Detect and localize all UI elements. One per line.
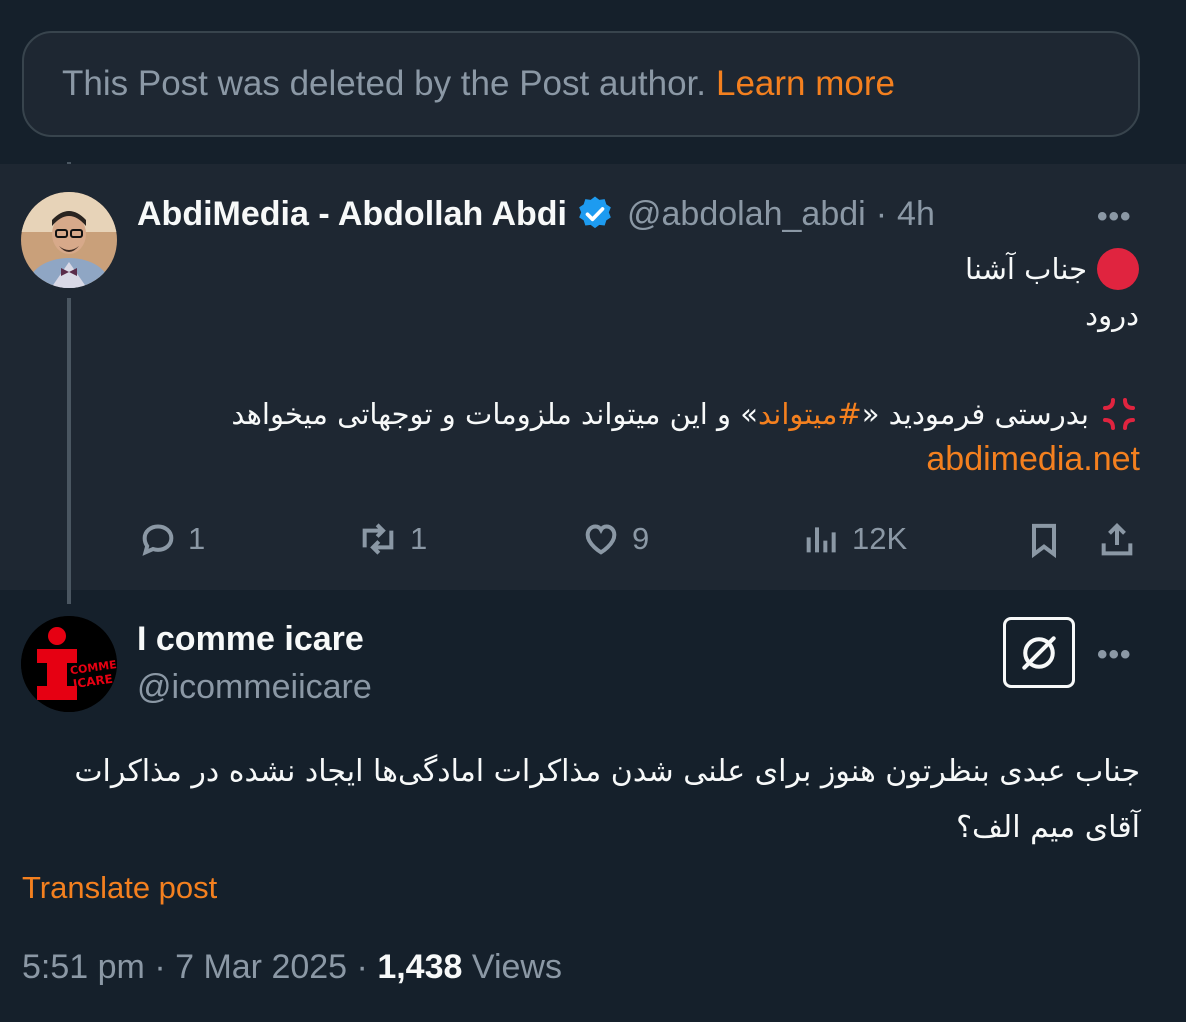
translate-post-link[interactable]: Translate post: [22, 870, 217, 906]
learn-more-link[interactable]: Learn more: [716, 64, 895, 104]
reply-timestamp[interactable]: 4h: [897, 195, 935, 234]
views-count: 12K: [852, 521, 908, 556]
deleted-notice-text: This Post was deleted by the Post author…: [62, 64, 706, 103]
post-date[interactable]: 7 Mar 2025: [175, 948, 347, 986]
main-text-line-2: آقای میم الف؟: [956, 810, 1140, 845]
reply-line-3-post: » و این میتواند ملزومات و توجهاتی میخواه…: [231, 397, 759, 431]
main-display-name[interactable]: I comme icare: [137, 620, 364, 659]
reply-post[interactable]: AbdiMedia - Abdollah Abdi @abdolah_abdi …: [0, 164, 1186, 604]
repost-count: 1: [410, 521, 428, 556]
main-handle[interactable]: @icommeiicare: [137, 668, 372, 707]
avatar[interactable]: [21, 192, 117, 288]
reply-handle[interactable]: @abdolah_abdi: [627, 195, 866, 234]
abdi-avatar-image: [21, 192, 117, 288]
main-text-line-1: جناب عبدی بنظرتون هنوز برای علنی شدن مذا…: [74, 754, 1140, 789]
like-button[interactable]: 9: [580, 519, 649, 559]
meta-dot-1: ·: [154, 948, 166, 986]
views-label: Views: [471, 948, 562, 986]
reply-line-3-pre: بدرستی فرمودید «: [861, 397, 1089, 431]
reply-line-2: درود: [1085, 298, 1139, 332]
post-time[interactable]: 5:51 pm: [22, 948, 145, 986]
bookmark-button[interactable]: [1024, 519, 1064, 561]
main-more-options[interactable]: •••: [1097, 638, 1132, 672]
reply-line-3: بدرستی فرمودید « #میتواند » و این میتوان…: [231, 394, 1139, 434]
share-icon: [1101, 523, 1133, 556]
anger-symbol-icon: [1103, 398, 1135, 430]
red-circle-emoji-icon: [1097, 248, 1139, 290]
reply-count: 1: [188, 521, 206, 556]
bookmark-icon: [1032, 523, 1056, 559]
heart-icon: [585, 524, 617, 555]
hashtag-link[interactable]: #میتواند: [758, 397, 862, 431]
main-avatar[interactable]: COMME ICARE: [21, 616, 117, 712]
views-total: 1,438: [377, 948, 463, 986]
external-link[interactable]: abdimedia.net: [926, 440, 1140, 479]
like-count: 9: [632, 521, 650, 556]
reply-more-options[interactable]: •••: [1097, 200, 1132, 234]
share-button[interactable]: [1097, 519, 1137, 561]
reply-line-1-text: جناب آشنا: [965, 252, 1087, 286]
grok-icon: [1022, 635, 1056, 670]
meta-dot-2: ·: [356, 948, 368, 986]
reply-author-row: AbdiMedia - Abdollah Abdi @abdolah_abdi …: [137, 194, 935, 234]
reply-line-1: جناب آشنا: [965, 248, 1139, 290]
reply-icon: [142, 524, 174, 556]
icare-logo-icon: COMME ICARE: [21, 616, 117, 712]
grok-button[interactable]: [1003, 617, 1075, 688]
separator-dot: ·: [875, 194, 888, 233]
repost-icon: [362, 523, 394, 555]
repost-button[interactable]: 1: [356, 519, 427, 559]
reply-display-name[interactable]: AbdiMedia - Abdollah Abdi: [137, 195, 567, 234]
post-meta: 5:51 pm · 7 Mar 2025 · 1,438 Views: [22, 948, 562, 987]
reply-button[interactable]: 1: [138, 519, 205, 559]
views-chart-icon: [806, 527, 836, 553]
thread-line-middle: [67, 298, 71, 604]
views-button[interactable]: 12K: [802, 519, 907, 559]
deleted-post-notice: This Post was deleted by the Post author…: [22, 31, 1140, 137]
verified-badge-icon[interactable]: [575, 194, 615, 234]
